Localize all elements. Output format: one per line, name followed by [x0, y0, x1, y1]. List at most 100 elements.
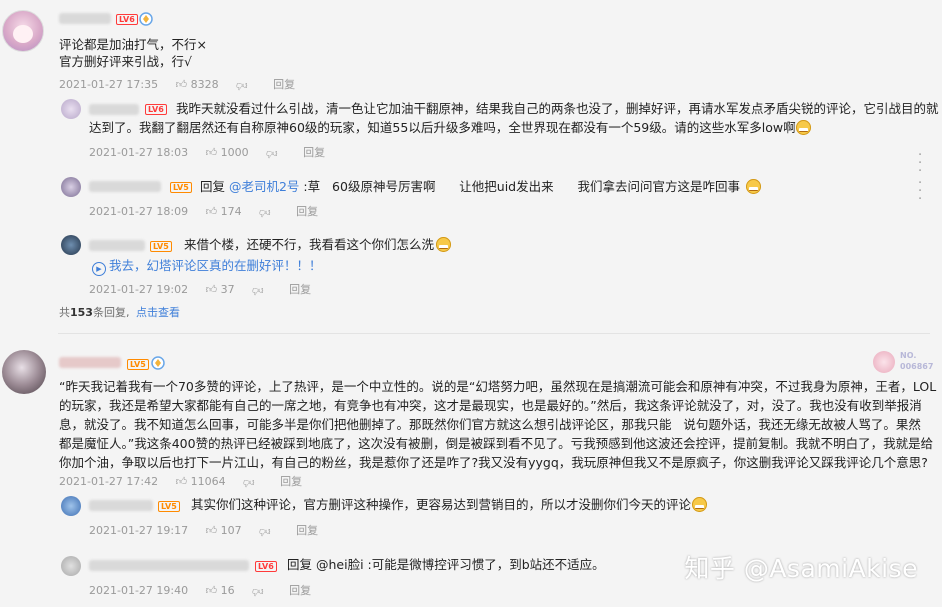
- comment-divider: [58, 333, 930, 334]
- user-mention-link[interactable]: @hei脸i: [316, 557, 364, 572]
- smile-emoji-icon: [745, 179, 761, 194]
- level-badge: LV5: [158, 501, 180, 512]
- thumbs-up-icon: 👍︎: [175, 78, 188, 91]
- username[interactable]: [89, 104, 139, 115]
- reply-button[interactable]: 回复: [289, 584, 311, 598]
- level-badge: LV6: [255, 561, 277, 572]
- vip-badge-icon: [139, 11, 153, 26]
- username[interactable]: [89, 181, 161, 192]
- thumbs-down-icon: 👍︎: [259, 525, 271, 538]
- avatar[interactable]: [61, 177, 81, 197]
- like-count: 16: [220, 584, 235, 597]
- avatar[interactable]: [61, 496, 81, 516]
- thumbs-down-icon: 👍︎: [252, 585, 264, 598]
- reply-button[interactable]: 回复: [289, 283, 311, 297]
- grin-emoji-icon: [436, 237, 452, 252]
- like-count: 107: [220, 524, 242, 537]
- fan-badge: NO. 006867: [873, 351, 935, 375]
- like-button[interactable]: 👍︎ 8328: [176, 78, 219, 92]
- timestamp: 2021-01-27 18:03: [89, 146, 189, 159]
- thumbs-up-icon: 👍︎: [175, 475, 188, 488]
- like-count: 8328: [190, 78, 219, 91]
- dislike-button[interactable]: 👍︎: [259, 205, 271, 219]
- username[interactable]: [59, 13, 111, 24]
- thumbs-down-icon: 👍︎: [259, 206, 271, 219]
- like-button[interactable]: 👍︎ 11064: [176, 475, 226, 489]
- reply-button[interactable]: 回复: [280, 475, 302, 489]
- level-badge: LV6: [116, 14, 138, 25]
- dislike-button[interactable]: 👍︎: [252, 584, 264, 598]
- comment-text-line: 的玩家，我还是希望大家都能有自己的一席之地，有竞争也有冲突，这才是最现实，也是最…: [59, 398, 922, 413]
- comment-meta: 2021-01-27 17:42 👍︎ 11064 👍︎ 回复: [59, 475, 302, 489]
- dislike-button[interactable]: 👍︎: [236, 78, 248, 92]
- reply-meta: 2021-01-27 18:03 👍︎ 1000 👍︎ 回复: [89, 146, 325, 160]
- reply-text: 其实你们这种评论，官方删评这种操作，更容易达到营销目的，所以才没删你们今天的评论: [191, 495, 708, 514]
- level-badge: LV5: [170, 182, 192, 193]
- reply-button[interactable]: 回复: [303, 146, 325, 160]
- username[interactable]: [89, 560, 249, 571]
- more-options-icon[interactable]: · · ·: [918, 177, 922, 206]
- reply-text: 回复 @老司机2号 :草 60级原神号厉害啊 让他把uid发出来 我们拿去问问官…: [200, 177, 761, 196]
- grin-emoji-icon: [795, 120, 811, 135]
- avatar[interactable]: [61, 99, 81, 119]
- more-options-icon[interactable]: · · ·: [918, 149, 922, 178]
- level-badge: LV5: [127, 359, 149, 370]
- timestamp: 2021-01-27 19:02: [89, 283, 189, 296]
- comment-text-line: 息，就没了。我不知道怎么回事，可能多半是你们把他删掉了。那既然你们官方就这么想引…: [59, 417, 921, 432]
- username[interactable]: [89, 240, 145, 251]
- comment-text-line: 官方删好评来引战，行√: [59, 54, 192, 69]
- username[interactable]: [89, 500, 153, 511]
- thumbs-down-icon: 👍︎: [243, 476, 255, 489]
- avatar[interactable]: [61, 556, 81, 576]
- dislike-button[interactable]: 👍︎: [252, 283, 264, 297]
- timestamp: 2021-01-27 19:40: [89, 584, 189, 597]
- like-button[interactable]: 👍︎ 107: [206, 524, 242, 538]
- comment-text-line: 都是魔怔人。”我这条400赞的热评已经被踩到地底了，这次没有被删，倒是被踩到看不…: [59, 436, 934, 451]
- like-button[interactable]: 👍︎ 1000: [206, 146, 249, 160]
- reply-text-line: 我昨天就没看过什么引战，清一色让它加油干翻原神，结果我自己的两条也没了，删掉好评…: [176, 101, 939, 116]
- reply-text-line: 达到了。我翻了翻居然还有自称原神60级的玩家，知道55以后升级多难吗，全世界现在…: [89, 118, 811, 137]
- reply-button[interactable]: 回复: [296, 205, 318, 219]
- thumbs-down-icon: 👍︎: [266, 147, 278, 160]
- user-mention-link[interactable]: @老司机2号: [229, 179, 299, 194]
- timestamp: 2021-01-27 17:35: [59, 78, 159, 91]
- like-count: 37: [220, 283, 235, 296]
- dislike-button[interactable]: 👍︎: [243, 475, 255, 489]
- thumbs-up-icon: 👍︎: [205, 584, 218, 597]
- laugh-emoji-icon: [692, 497, 708, 512]
- timestamp: 2021-01-27 17:42: [59, 475, 159, 488]
- comment-meta: 2021-01-27 17:35 👍︎ 8328 👍︎ 回复: [59, 78, 295, 92]
- like-button[interactable]: 👍︎ 174: [206, 205, 242, 219]
- embedded-link[interactable]: ▶ 我去，幻塔评论区真的在删好评！！！: [92, 256, 322, 276]
- like-button[interactable]: 👍︎ 37: [206, 283, 235, 297]
- dislike-button[interactable]: 👍︎: [259, 524, 271, 538]
- level-badge: LV5: [150, 241, 172, 252]
- reply-button[interactable]: 回复: [296, 524, 318, 538]
- comment-text-line: 你加个油，争取以后也打下一片江山，有自己的粉丝，我是惹你了还是咋了?我又没有yy…: [59, 455, 928, 470]
- fan-badge-icon: [873, 351, 895, 373]
- avatar[interactable]: [2, 10, 44, 52]
- reply-text: 回复 @hei脸i :可能是微博控评习惯了，到b站还不适应。: [287, 557, 605, 572]
- reply-count: 153: [70, 306, 93, 319]
- timestamp: 2021-01-27 18:09: [89, 205, 189, 218]
- reply-button[interactable]: 回复: [273, 78, 295, 92]
- like-button[interactable]: 👍︎ 16: [206, 584, 235, 598]
- username[interactable]: [59, 357, 121, 368]
- timestamp: 2021-01-27 19:17: [89, 524, 189, 537]
- avatar[interactable]: [61, 235, 81, 255]
- thumbs-down-icon: 👍︎: [236, 79, 248, 92]
- reply-meta: 2021-01-27 18:09 👍︎ 174 👍︎ 回复: [89, 205, 318, 219]
- dislike-button[interactable]: 👍︎: [266, 146, 278, 160]
- like-count: 11064: [190, 475, 226, 488]
- like-count: 174: [220, 205, 242, 218]
- thumbs-up-icon: 👍︎: [205, 524, 218, 537]
- vip-badge-icon: [151, 355, 165, 370]
- reply-meta: 2021-01-27 19:40 👍︎ 16 👍︎ 回复: [89, 584, 311, 598]
- play-circle-icon: ▶: [92, 262, 106, 276]
- view-all-replies-link[interactable]: 点击查看: [136, 306, 180, 320]
- reply-text: 来借个楼，还硬不行，我看看这个你们怎么洗: [184, 235, 452, 254]
- reply-meta: 2021-01-27 19:02 👍︎ 37 👍︎ 回复: [89, 283, 311, 297]
- thumbs-up-icon: 👍︎: [205, 146, 218, 159]
- avatar[interactable]: [2, 350, 46, 394]
- comment-text-line: “昨天我记着我有一个70多赞的评论，上了热评，是一个中立性的。说的是“幻塔努力吧…: [59, 379, 937, 394]
